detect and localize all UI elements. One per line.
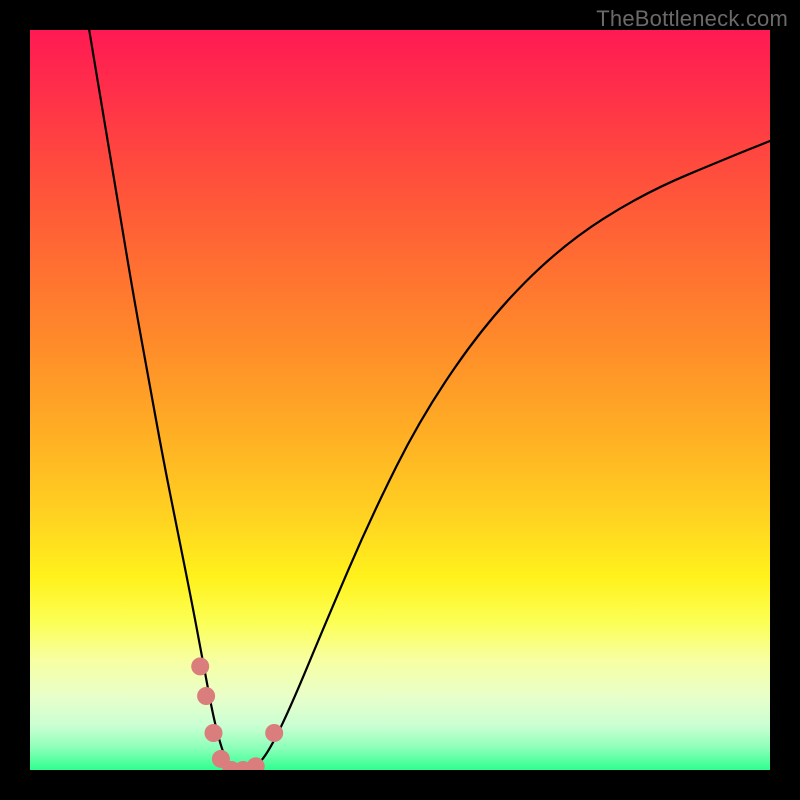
- data-marker: [191, 657, 209, 675]
- data-marker: [205, 724, 223, 742]
- data-marker: [265, 724, 283, 742]
- curve-layer: [30, 30, 770, 770]
- bottleneck-curve: [89, 30, 770, 770]
- chart-frame: TheBottleneck.com: [0, 0, 800, 800]
- data-marker: [197, 687, 215, 705]
- plot-area: [30, 30, 770, 770]
- watermark-text: TheBottleneck.com: [596, 6, 788, 32]
